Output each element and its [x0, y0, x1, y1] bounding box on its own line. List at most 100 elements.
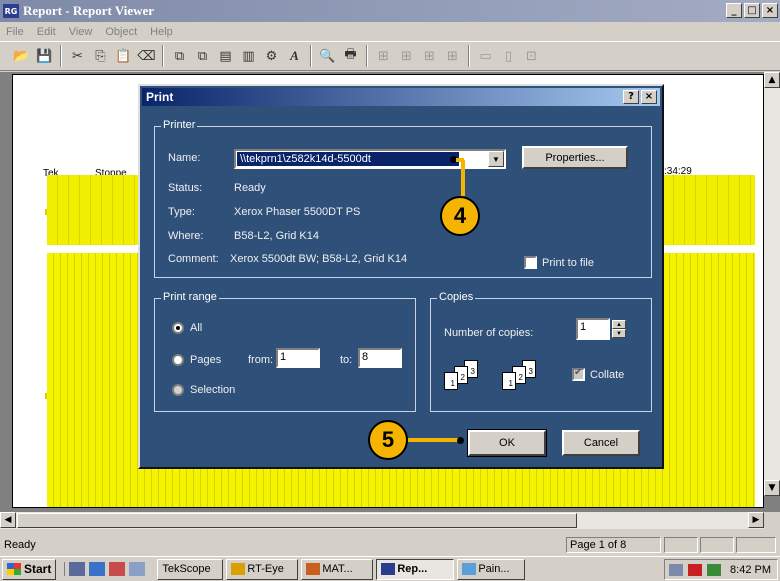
clock: 8:42 PM [730, 563, 771, 576]
range-pages-label: Pages [190, 354, 222, 366]
chevron-down-icon[interactable]: ▼ [488, 151, 504, 167]
dialog-close-button[interactable]: × [641, 90, 657, 104]
toolbar-separator [310, 45, 312, 67]
printer-icon[interactable]: 🖶 [339, 45, 362, 67]
text-tool-icon[interactable]: A [283, 45, 306, 67]
callout-5: 5 [368, 420, 408, 460]
ok-button[interactable]: OK [467, 429, 547, 457]
group-icon[interactable]: ▤ [214, 45, 237, 67]
printer-name-value: \\tekprn1\z582k14d-5500dt [237, 152, 459, 166]
checkmark-icon: ✔ [574, 367, 583, 378]
scroll-right-icon[interactable]: ▶ [748, 512, 764, 528]
collate-label: Collate [590, 369, 625, 381]
spin-up-icon[interactable]: ▲ [612, 320, 626, 329]
maximize-button[interactable]: □ [744, 3, 760, 18]
matlab-icon [306, 563, 321, 575]
printer-name-dropdown[interactable]: \\tekprn1\z582k14d-5500dt ▼ [234, 149, 506, 169]
paint-icon [462, 563, 477, 575]
media-icon[interactable] [129, 562, 146, 576]
network-icon[interactable] [707, 563, 721, 576]
number-of-copies-label: Number of copies: [444, 327, 534, 339]
scroll-up-icon[interactable]: ▲ [764, 72, 780, 88]
task-report-viewer[interactable]: Rep... [376, 558, 455, 580]
printer-name-label: Name: [168, 152, 201, 164]
align-left-icon[interactable]: ⊞ [372, 45, 395, 67]
status-label: Status: [168, 182, 203, 194]
copies-input[interactable]: 1 [576, 318, 610, 340]
menu-view[interactable]: View [69, 26, 93, 38]
align-right-icon[interactable]: ⊞ [395, 45, 418, 67]
cancel-button[interactable]: Cancel [562, 430, 640, 456]
menu-edit[interactable]: Edit [37, 26, 56, 38]
vertical-scrollbar[interactable]: ▲ ▼ [764, 72, 780, 496]
spin-down-icon[interactable]: ▼ [612, 329, 626, 338]
outlook-icon[interactable] [109, 562, 126, 576]
horizontal-scrollbar[interactable]: ◀ ▶ [0, 512, 764, 529]
report-viewer-icon [381, 563, 396, 575]
help-button[interactable]: ? [623, 90, 639, 104]
align-bottom-icon[interactable]: ⊞ [441, 45, 464, 67]
minimize-button[interactable]: _ [726, 3, 742, 18]
print-to-file-checkbox[interactable] [524, 256, 537, 269]
insert-object-icon[interactable]: ⚙ [260, 45, 283, 67]
cut-icon[interactable]: ✂ [66, 45, 89, 67]
same-height-icon[interactable]: ▯ [497, 45, 520, 67]
antivirus-icon[interactable] [688, 563, 702, 576]
volume-icon[interactable] [669, 563, 683, 576]
menu-object[interactable]: Object [105, 26, 137, 38]
task-matlab[interactable]: MAT... [301, 558, 374, 580]
paste-icon[interactable]: 📋 [112, 45, 135, 67]
range-all-radio[interactable] [172, 322, 184, 334]
status-cell [700, 537, 734, 553]
range-selection-radio[interactable] [172, 384, 184, 396]
start-button[interactable]: Start [2, 558, 57, 580]
task-label: Rep... [397, 563, 428, 575]
scroll-down-icon[interactable]: ▼ [764, 480, 780, 496]
save-icon[interactable]: 💾 [33, 45, 56, 67]
collate-pages-icon: 321 [444, 360, 482, 394]
report-viewer-app-icon: RG [3, 4, 19, 18]
range-pages-radio[interactable] [172, 354, 184, 366]
task-rt-eye[interactable]: RT-Eye [226, 558, 299, 580]
collate-checkbox[interactable]: ✔ [572, 367, 585, 381]
dialog-title: Print [146, 90, 174, 104]
status-bar: Ready Page 1 of 8 [0, 536, 780, 554]
bring-forward-icon[interactable]: ⧉ [168, 45, 191, 67]
copy-icon[interactable]: ⎘ [89, 45, 112, 67]
window-title-bar[interactable]: RG Report - Report Viewer _ □ × [0, 0, 780, 22]
menu-file[interactable]: File [6, 26, 24, 38]
scroll-left-icon[interactable]: ◀ [0, 512, 16, 528]
cancel-label: Cancel [583, 437, 619, 449]
horizontal-scroll-thumb[interactable] [17, 513, 577, 528]
comment-value: Xerox 5500dt BW; B58-L2, Grid K14 [230, 253, 408, 265]
callout-4-leader [461, 160, 465, 196]
show-desktop-icon[interactable] [69, 562, 86, 576]
range-selection-label: Selection [190, 384, 236, 396]
menu-bar: File Edit View Object Help [0, 22, 780, 41]
ok-label: OK [499, 437, 515, 449]
align-top-icon[interactable]: ⊞ [418, 45, 441, 67]
window-title: Report - Report Viewer [23, 3, 155, 18]
properties-button[interactable]: Properties... [522, 146, 628, 169]
menu-help[interactable]: Help [150, 26, 173, 38]
open-folder-icon[interactable]: 📂 [10, 45, 33, 67]
type-label: Type: [168, 206, 195, 218]
from-input[interactable]: 1 [276, 348, 320, 368]
copies-spinner[interactable]: ▲ ▼ [612, 320, 626, 338]
send-backward-icon[interactable]: ⧉ [191, 45, 214, 67]
where-label: Where: [168, 230, 204, 242]
toolbar-separator [366, 45, 368, 67]
same-size-icon[interactable]: ⊡ [520, 45, 543, 67]
to-input[interactable]: 8 [358, 348, 402, 368]
eraser-icon[interactable]: ⌫ [135, 45, 158, 67]
task-paint[interactable]: Pain... [457, 558, 526, 580]
print-preview-icon[interactable]: 🔍 [316, 45, 339, 67]
same-width-icon[interactable]: ▭ [474, 45, 497, 67]
browser-icon[interactable] [89, 562, 106, 576]
task-tekscope[interactable]: TekScope [157, 558, 224, 580]
callout-5-anchor [457, 437, 464, 444]
quick-launch [64, 562, 146, 576]
ungroup-icon[interactable]: ▥ [237, 45, 260, 67]
dialog-title-bar[interactable]: Print ? × [142, 88, 660, 106]
close-button[interactable]: × [762, 3, 778, 18]
